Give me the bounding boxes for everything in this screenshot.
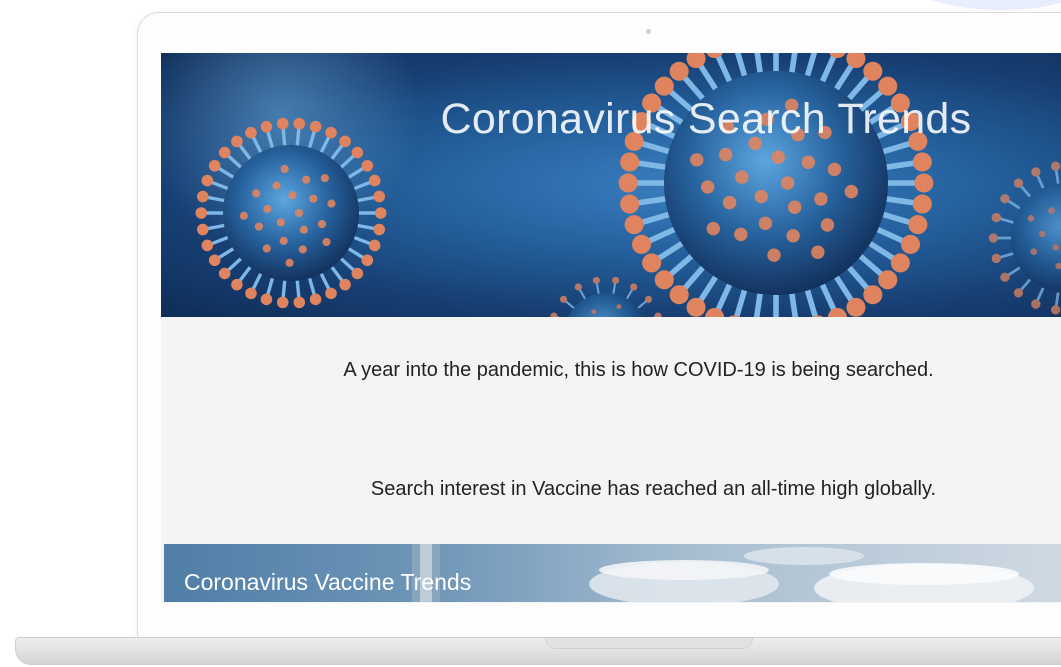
laptop-base xyxy=(15,637,1061,665)
vaccine-highlight-text: Search interest in Vaccine has reached a… xyxy=(370,478,937,500)
intro-text: A year into the pandemic, this is how CO… xyxy=(343,359,934,381)
laptop-base-notch xyxy=(545,638,753,649)
laptop-screen: Coronavirus Search Trends A year into th… xyxy=(161,53,1061,603)
device-mockup-stage: Coronavirus Search Trends A year into th… xyxy=(0,0,1061,667)
vaccine-card-title: Coronavirus Vaccine Trends xyxy=(184,569,472,595)
webcam-dot xyxy=(646,29,651,34)
vaccine-trends-card[interactable]: Coronavirus Vaccine Trends xyxy=(164,544,1061,602)
hero-banner: Coronavirus Search Trends xyxy=(161,53,1061,317)
background-glow xyxy=(901,0,1061,10)
page-title: Coronavirus Search Trends xyxy=(440,95,972,143)
coronavirus-hero-image xyxy=(161,53,1061,317)
